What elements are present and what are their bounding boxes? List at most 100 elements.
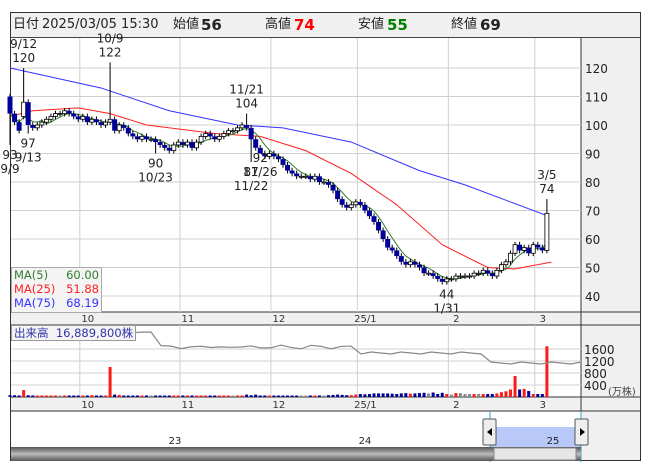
candle-up [348,204,354,209]
candle-up [521,247,527,251]
low-annotation-date: 11/26 [243,165,278,179]
candle-up [448,278,454,281]
candle-down [166,147,172,151]
price-tick-label: 70 [585,205,600,219]
high-annotation-value: 122 [99,45,122,59]
high-annotation-date: 10/9 [97,31,124,45]
volume-bar [190,395,194,397]
candle-up [139,135,145,140]
candle-down [489,273,495,277]
ma25-legend: MA(25) 51.88 [14,282,99,296]
candle-down [7,96,13,114]
candle-up [62,110,67,114]
volume-bar [468,394,472,397]
volume-bar [222,395,226,397]
candle-up [194,141,199,149]
volume-bar [204,395,208,397]
price-tick-label: 60 [585,233,600,247]
candle-down [271,153,277,157]
volume-bar [472,394,476,397]
candle-down [180,142,186,145]
volume-bar [58,395,62,397]
volume-bar [154,395,158,397]
candle-up [512,244,518,254]
volume-bar [490,394,494,397]
candle-up [462,275,468,278]
volume-bar [349,395,353,397]
ma-legend: MA(5) 60.00 MA(25) 51.88 MA(75) 68.19 [11,267,102,313]
volume-bar [140,395,144,397]
candle-down [335,190,341,200]
volume-bar [381,393,385,397]
low-annotation-date: 11/22 [234,179,269,193]
candle-up [221,133,227,137]
month-label: 11 [182,314,195,325]
volume-bar [340,394,344,397]
volume-bar [158,395,162,397]
candle-down [326,182,331,185]
month-label: 2 [453,314,459,325]
candle-up [107,118,113,123]
volume-bar [436,394,440,397]
candle-up [467,275,472,278]
candle-up [544,212,550,251]
volume-bar [317,395,321,397]
volume-bar [404,393,408,397]
volume-bar [145,395,148,397]
volume-bar [199,395,203,397]
price-tick-label: 80 [585,176,600,190]
volume-legend: 出来高 16,889,800株 [11,325,137,341]
candle-down [389,247,395,251]
candle-down [294,173,300,177]
candle-down [289,170,295,174]
volume-tick-label: 400 [584,379,607,393]
month-label: 2 [453,400,459,411]
price-tick-label: 50 [585,262,600,276]
volume-bar [263,395,267,397]
candle-up [303,175,309,178]
volume-bar [167,395,171,397]
volume-bar [295,395,299,397]
candle-down [275,156,281,160]
volume-bar [94,395,98,397]
candle-down [112,119,118,131]
volume-bar [231,395,235,397]
month-label: 12 [273,314,286,325]
volume-bar [90,395,94,397]
volume-bar [76,395,80,397]
navigator-year-label: 24 [359,436,372,447]
volume-bar [254,394,258,397]
volume-bar [331,394,335,397]
navigator-year-label: 25 [547,436,560,447]
candle-down [84,116,90,123]
candle-up [216,135,222,140]
volume-bar [63,395,67,397]
low-annotation-date: 10/23 [138,171,173,185]
candle-down [398,256,404,262]
volume-bar [172,395,176,397]
volume-bar [35,395,39,397]
ma5-legend: MA(5) 60.00 [14,268,99,282]
volume-bar [131,395,135,397]
low-annotation-value: 97 [21,137,36,151]
volume-bar [367,394,371,397]
scrollbar-thumb[interactable] [493,447,577,461]
volume-bar [499,392,503,397]
volume-bar [117,394,121,397]
candle-down [316,176,322,182]
price-volume-chart[interactable]: 12011010090807060504016001200800400 (万株)1… [0,0,653,470]
volume-bar [17,395,21,397]
navigator-selection [490,427,581,447]
volume-bar [240,395,244,397]
candle-down [403,261,409,265]
volume-bar [13,395,17,397]
volume-bar [245,394,249,397]
candle-up [444,278,450,283]
candle-up [530,244,536,254]
volume-bar [249,395,253,397]
candle-down [535,244,541,248]
volume-bar [477,394,481,397]
candle-down [344,204,350,208]
candle-down [244,125,250,128]
month-label: 3 [540,314,546,325]
